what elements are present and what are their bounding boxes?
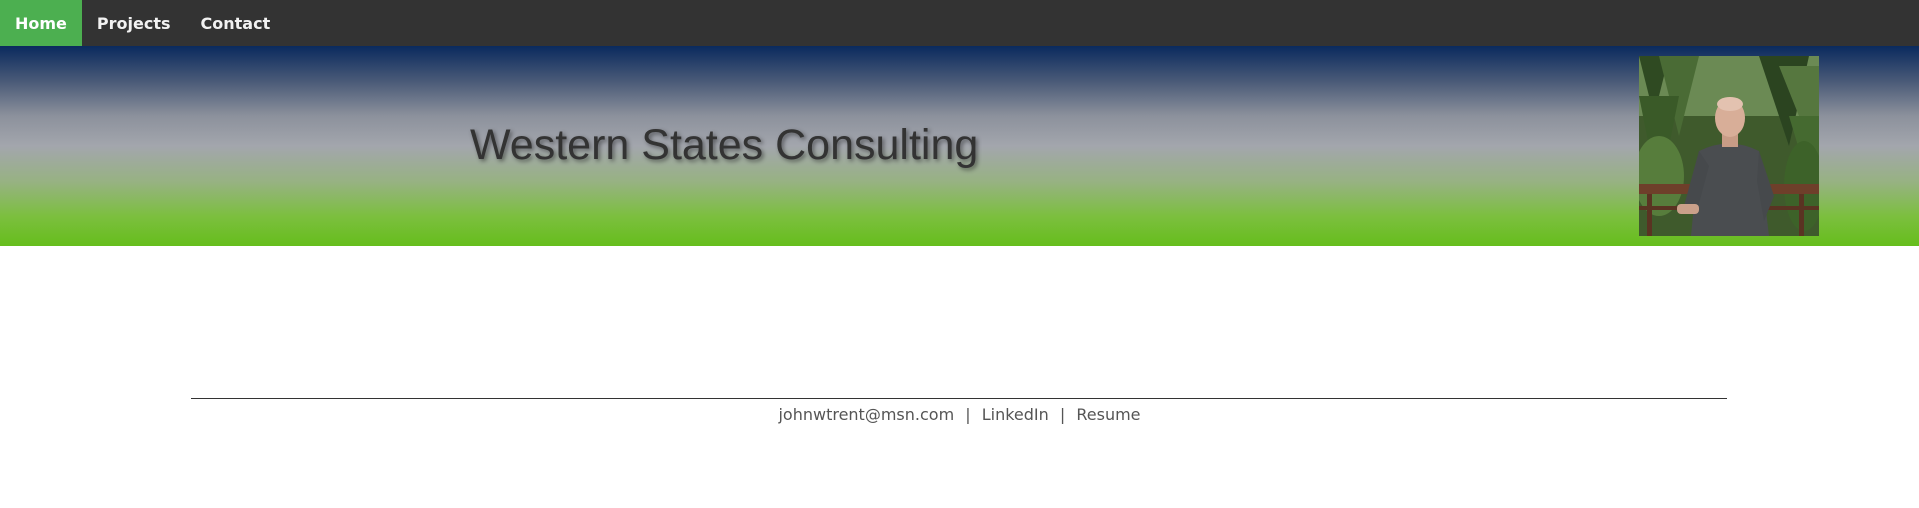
nav-contact-link[interactable]: Contact [186,0,286,46]
footer-separator: | [1059,405,1066,424]
footer-divider [191,398,1727,399]
footer-links: johnwtrent@msn.com | LinkedIn | Resume [0,405,1919,424]
email-link[interactable]: johnwtrent@msn.com [778,405,954,424]
resume-link[interactable]: Resume [1076,405,1140,424]
nav-projects-link[interactable]: Projects [82,0,186,46]
linkedin-link[interactable]: LinkedIn [982,405,1049,424]
profile-photo [1639,56,1819,236]
nav-home-link[interactable]: Home [0,0,82,46]
top-navigation-bar: Home Projects Contact [0,0,1919,46]
header-banner: Western States Consulting [0,46,1919,246]
footer-separator: | [965,405,971,424]
site-title: Western States Consulting [470,121,979,169]
